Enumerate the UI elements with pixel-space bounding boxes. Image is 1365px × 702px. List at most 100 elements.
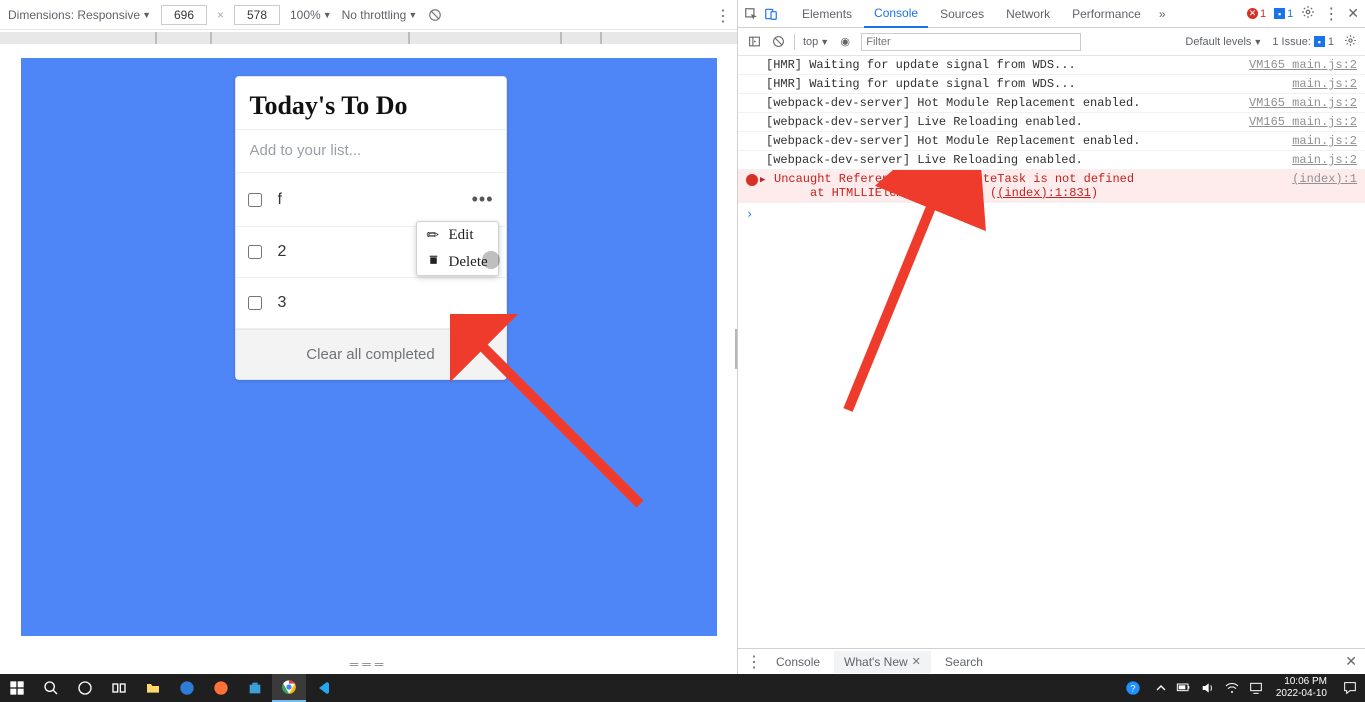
context-dropdown[interactable]: top ▼ [803,36,829,48]
width-input[interactable] [161,5,207,25]
message-source-link[interactable]: VM165 main.js:2 [1237,96,1357,110]
console-message[interactable]: [webpack-dev-server] Live Reloading enab… [738,151,1365,170]
context-label: top [803,36,818,48]
volume-icon[interactable] [1196,674,1220,702]
more-icon[interactable]: ••• [472,189,494,210]
chevron-down-icon: ▼ [323,10,332,20]
action-center-icon[interactable] [1335,674,1365,702]
message-source-link[interactable]: main.js:2 [1280,77,1357,91]
add-task-input[interactable] [250,142,492,159]
more-tabs-icon[interactable]: » [1153,7,1172,21]
task-view-icon[interactable] [102,674,136,702]
more-options-icon[interactable]: ⋮ [715,6,731,26]
error-source-link[interactable]: (index):1 [1280,172,1357,200]
clear-console-icon[interactable] [770,34,786,50]
message-source-link[interactable]: VM165 main.js:2 [1237,115,1357,129]
file-explorer-icon[interactable] [136,674,170,702]
drawer-tab-whatsnew[interactable]: What's New ✕ [834,651,931,673]
close-devtools-icon[interactable]: ✕ [1347,5,1359,22]
battery-icon[interactable] [1172,674,1196,702]
console-message[interactable]: [HMR] Waiting for update signal from WDS… [738,75,1365,94]
todo-title: Today's To Do [236,77,506,129]
message-source-link[interactable]: main.js:2 [1280,153,1357,167]
throttling-dropdown[interactable]: No throttling ▼ [342,8,418,22]
help-icon[interactable]: ? [1116,674,1150,702]
message-count: 1 [1287,8,1293,20]
console-error-message[interactable]: ▶ Uncaught ReferenceError: deleteTask is… [738,170,1365,203]
drawer-tab-console[interactable]: Console [766,651,830,673]
issues-link[interactable]: 1 Issue: ▪ 1 [1272,36,1334,48]
search-icon[interactable] [34,674,68,702]
task-checkbox[interactable] [248,193,262,207]
network-icon[interactable] [1244,674,1268,702]
dimensions-dropdown[interactable]: Dimensions: Responsive ▼ [8,8,151,22]
wifi-icon[interactable] [1220,674,1244,702]
task-row[interactable]: 3 [236,278,506,329]
click-indicator [482,251,500,269]
message-text: [HMR] Waiting for update signal from WDS… [766,58,1076,72]
drawer-kebab-icon[interactable]: ⋮ [746,652,762,672]
error-count: 1 [1260,8,1266,20]
error-count-badge[interactable]: ✕ 1 [1247,8,1266,20]
console-message[interactable]: [webpack-dev-server] Hot Module Replacem… [738,132,1365,151]
rotate-icon[interactable] [427,7,443,23]
tab-console[interactable]: Console [864,0,928,28]
clear-completed-button[interactable]: Clear all completed [236,329,506,379]
error-stack-link[interactable]: (index):1:831 [997,186,1091,200]
drawer-tab-label: What's New [844,655,908,669]
tab-network[interactable]: Network [996,1,1060,27]
close-tab-icon[interactable]: ✕ [912,655,921,668]
message-icon: ▪ [1274,8,1285,19]
inspect-element-icon[interactable] [744,7,758,21]
tab-performance[interactable]: Performance [1062,1,1151,27]
tab-sources[interactable]: Sources [930,1,994,27]
chrome-icon[interactable] [272,674,306,702]
close-drawer-icon[interactable]: ✕ [1345,653,1357,670]
device-viewport: Today's To Do f ••• 2 [0,44,737,654]
context-delete[interactable]: Delete [417,249,498,275]
live-expression-icon[interactable]: ◉ [837,34,853,50]
ms-store-icon[interactable] [238,674,272,702]
start-button[interactable] [0,674,34,702]
drawer-tab-search[interactable]: Search [935,651,993,673]
context-edit[interactable]: ✏ Edit [417,222,498,249]
zoom-dropdown[interactable]: 100% ▼ [290,8,332,22]
edge-icon[interactable] [170,674,204,702]
console-message[interactable]: [webpack-dev-server] Live Reloading enab… [738,113,1365,132]
expand-icon[interactable]: ▶ [760,175,765,185]
message-text: [HMR] Waiting for update signal from WDS… [766,77,1076,91]
cortana-icon[interactable] [68,674,102,702]
taskbar-clock[interactable]: 10:06 PM 2022-04-10 [1268,675,1335,701]
message-source-link[interactable]: VM165 main.js:2 [1237,58,1357,72]
tray-chevron-icon[interactable] [1150,674,1172,702]
firefox-icon[interactable] [204,674,238,702]
device-toggle-icon[interactable] [764,7,778,21]
vscode-icon[interactable] [306,674,340,702]
log-levels-dropdown[interactable]: Default levels ▼ [1185,36,1262,48]
tab-elements[interactable]: Elements [792,1,862,27]
error-line2-post: ) [1091,186,1098,200]
height-input[interactable] [234,5,280,25]
settings-gear-icon[interactable] [1301,5,1315,22]
task-checkbox[interactable] [248,245,262,259]
console-sidebar-toggle-icon[interactable] [746,34,762,50]
task-checkbox[interactable] [248,296,262,310]
resize-handle[interactable]: ═══ [0,654,737,674]
todo-input-row [236,129,506,173]
system-tray: ? 10:06 PM 2022-04-10 [1116,674,1365,702]
task-row[interactable]: f ••• [236,173,506,227]
windows-taskbar: ? 10:06 PM 2022-04-10 [0,674,1365,702]
vertical-splitter[interactable] [735,329,737,369]
console-prompt[interactable]: › [738,203,1365,225]
message-count-badge[interactable]: ▪ 1 [1274,8,1293,20]
task-row[interactable]: 2 ✏ Edit Delete [236,227,506,278]
console-settings-icon[interactable] [1344,34,1357,50]
console-filter-input[interactable] [861,33,1081,51]
message-source-link[interactable]: main.js:2 [1280,134,1357,148]
message-text: [webpack-dev-server] Live Reloading enab… [766,115,1083,129]
task-list: f ••• 2 ✏ Edit [236,173,506,329]
zoom-label: 100% [290,8,321,22]
kebab-menu-icon[interactable]: ⋮ [1323,4,1339,24]
console-message[interactable]: [HMR] Waiting for update signal from WDS… [738,56,1365,75]
console-message[interactable]: [webpack-dev-server] Hot Module Replacem… [738,94,1365,113]
